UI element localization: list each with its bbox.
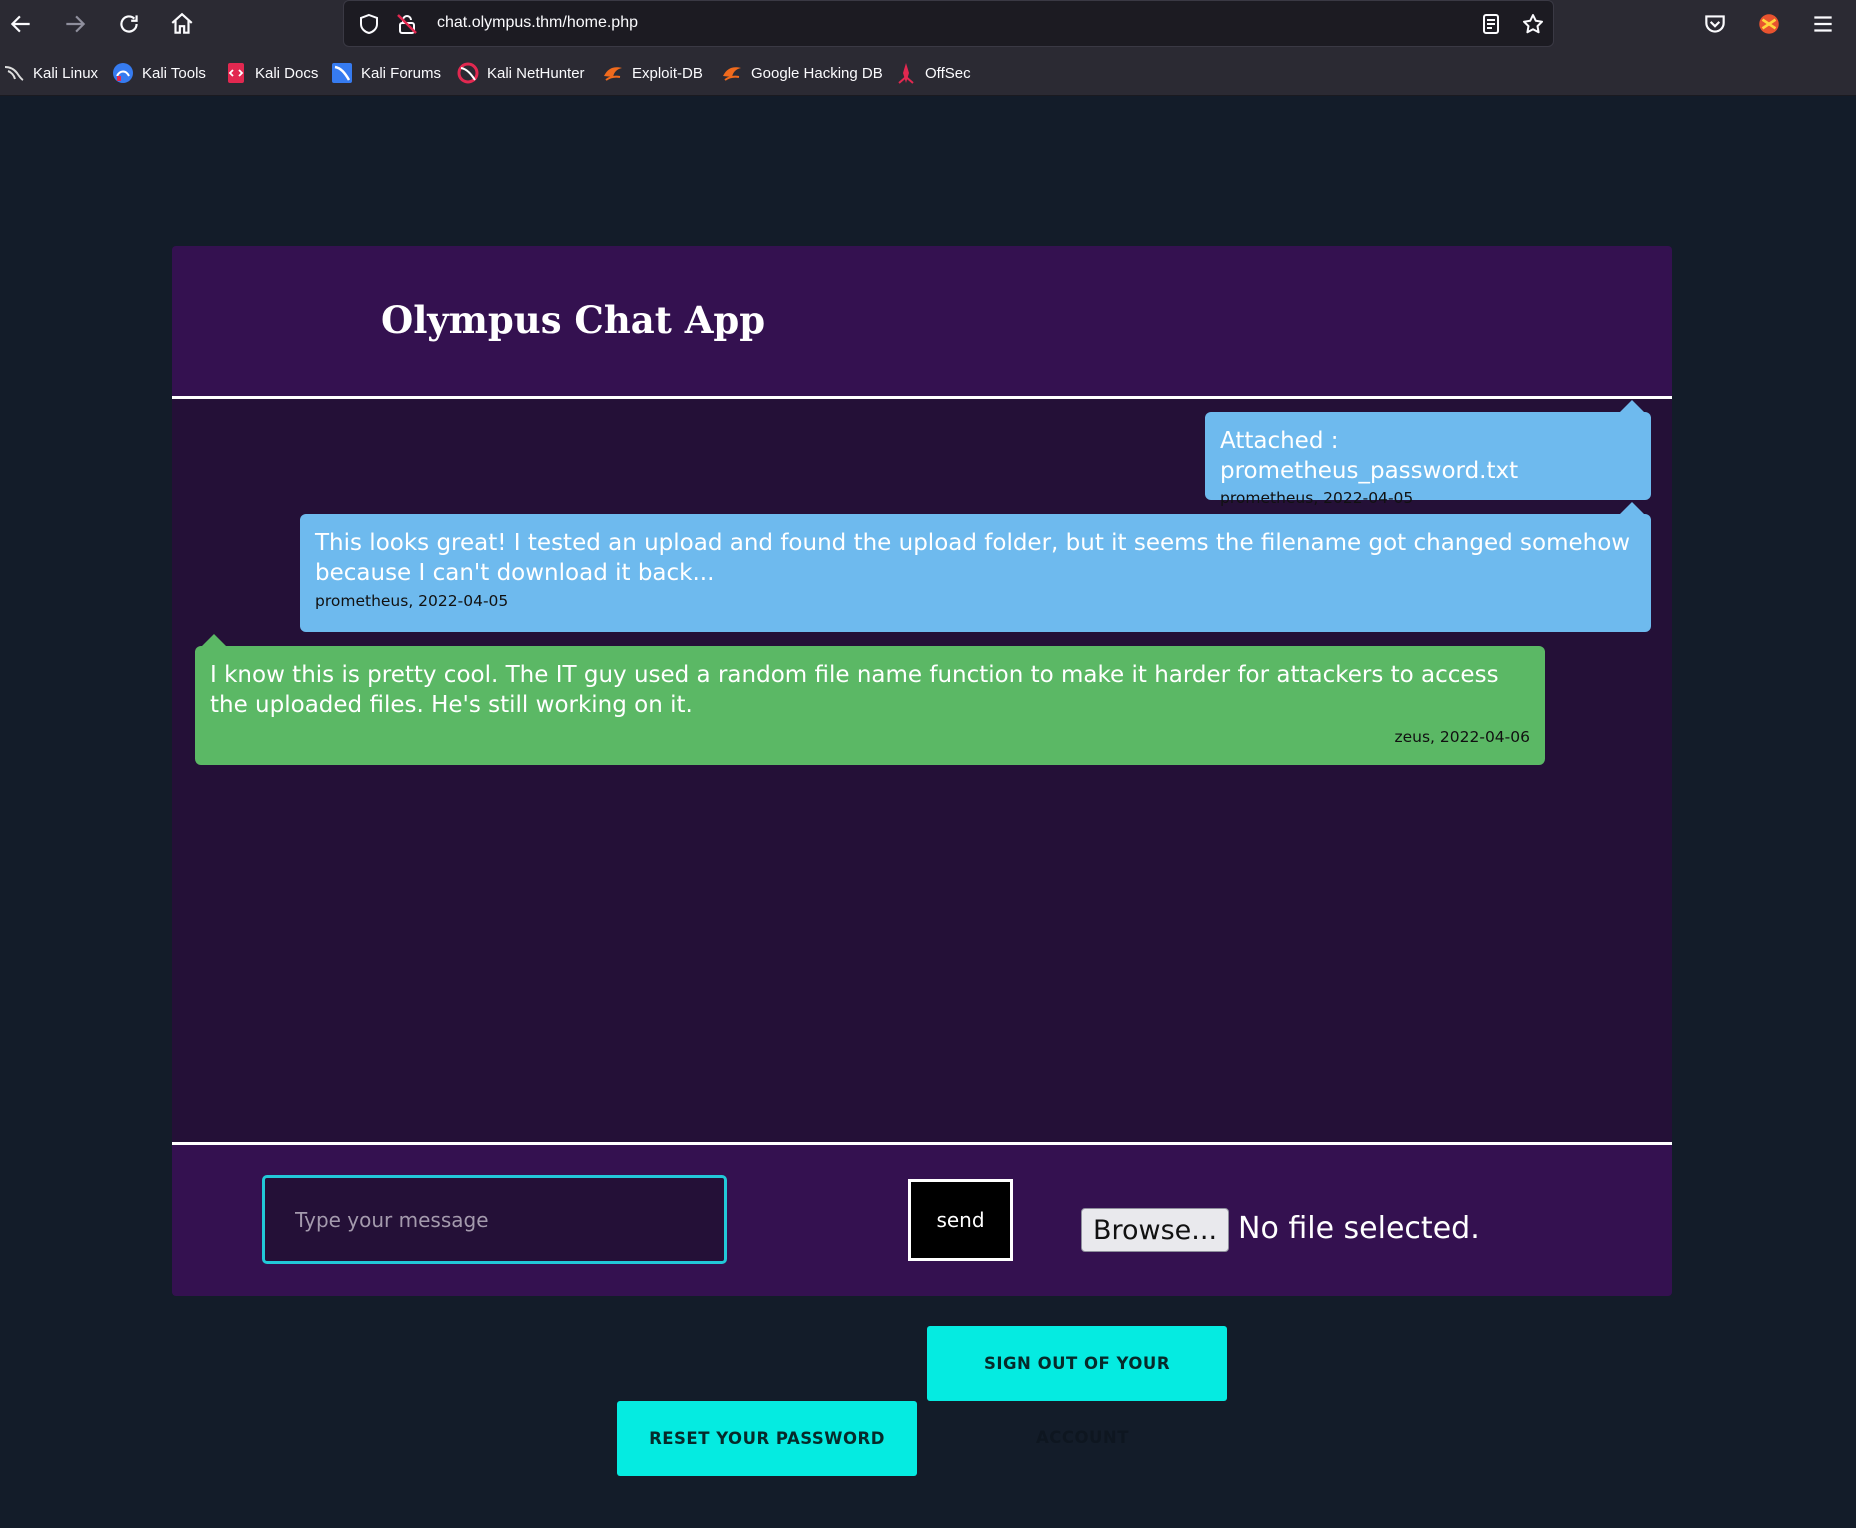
chat-message: This looks great! I tested an upload and… [300,502,1651,632]
bookmark-google-hacking-db[interactable]: Google Hacking DB [721,60,883,86]
header-divider [172,396,1672,399]
insecure-lock-icon[interactable] [394,11,420,37]
sign-out-overflow-text: ACCOUNT [1036,1428,1129,1447]
kali-dragon-icon [4,66,24,81]
send-button[interactable]: send [908,1179,1013,1261]
kali-forums-icon [332,63,352,83]
reset-password-button[interactable]: RESET YOUR PASSWORD [617,1401,917,1476]
address-bar[interactable]: chat.olympus.thm/home.php [343,0,1554,47]
bookmark-exploit-db[interactable]: Exploit-DB [602,60,703,86]
bookmark-kali-linux[interactable]: Kali Linux [3,60,98,86]
nethunter-icon [457,62,479,84]
bookmark-kali-docs[interactable]: Kali Docs [225,60,318,86]
back-arrow-icon[interactable] [3,6,39,42]
shield-icon[interactable] [356,11,382,37]
home-icon[interactable] [164,6,200,42]
page-title: Olympus Chat App [381,298,766,342]
sign-out-button[interactable]: SIGN OUT OF YOUR [927,1326,1227,1401]
message-input[interactable] [262,1175,727,1264]
menu-icon[interactable] [1805,6,1841,42]
bookmark-offsec[interactable]: OffSec [895,60,971,86]
forward-arrow-icon[interactable] [57,6,93,42]
bookmark-kali-forums[interactable]: Kali Forums [331,60,441,86]
exploit-db-icon [604,67,622,81]
reload-icon[interactable] [111,6,147,42]
message-text[interactable]: Attached : prometheus_password.txt [1220,426,1637,486]
bookmark-kali-nethunter[interactable]: Kali NetHunter [457,60,585,86]
pocket-icon[interactable] [1697,6,1733,42]
message-meta: zeus, 2022-04-06 [1394,728,1530,746]
chat-composer: send Browse... No file selected. [172,1145,1672,1296]
bookmark-star-icon[interactable] [1520,11,1546,37]
kali-tools-icon [113,63,133,83]
browser-toolbar: chat.olympus.thm/home.php [0,0,1856,48]
chat-message: Attached : prometheus_password.txt prome… [1205,400,1651,507]
browse-file-button[interactable]: Browse... [1081,1208,1229,1252]
url-text[interactable]: chat.olympus.thm/home.php [437,14,638,32]
message-text: This looks great! I tested an upload and… [315,530,1631,586]
offsec-icon [898,63,914,84]
kali-docs-icon [228,63,244,83]
extension-icon[interactable] [1751,6,1787,42]
reader-view-icon[interactable] [1478,11,1504,37]
bookmarks-bar: Kali Linux Kali Tools Kali Docs Kali For… [0,48,1856,96]
bookmark-kali-tools[interactable]: Kali Tools [112,60,206,86]
chat-header: Olympus Chat App [172,246,1672,396]
message-meta: prometheus, 2022-04-05 [1220,489,1414,507]
message-meta: prometheus, 2022-04-05 [315,592,509,610]
file-status: No file selected. [1238,1211,1480,1246]
chat-message: I know this is pretty cool. The IT guy u… [195,634,1545,765]
ghdb-icon [723,67,741,81]
chat-app: Olympus Chat App Attached : prometheus_p… [172,246,1672,1296]
message-text: I know this is pretty cool. The IT guy u… [210,662,1499,718]
